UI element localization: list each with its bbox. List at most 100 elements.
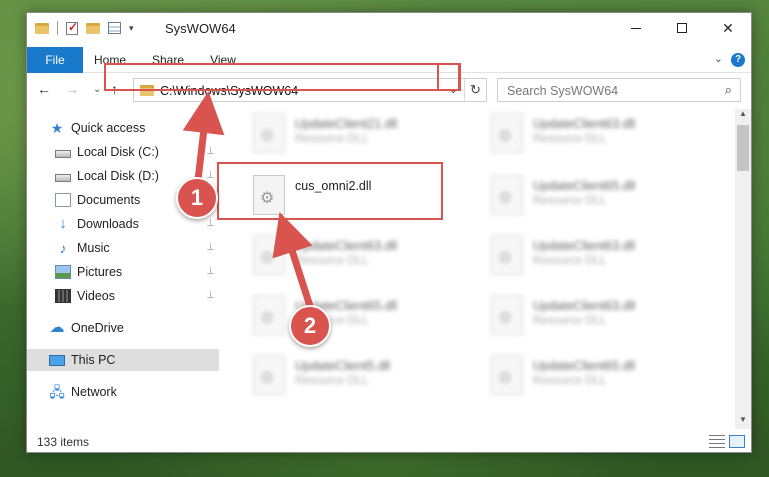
minimize-icon <box>631 27 641 29</box>
dll-file-icon <box>253 235 285 275</box>
pictures-icon <box>55 265 71 279</box>
file-name: UpdateClient63.dll <box>533 117 636 131</box>
download-icon: ↓ <box>59 215 67 232</box>
file-name: UpdateClient63.dll <box>533 299 636 313</box>
sidebar-item-label: Network <box>71 385 117 399</box>
star-icon: ★ <box>50 120 64 136</box>
sidebar-item-label: Music <box>77 241 110 255</box>
dll-file-icon <box>491 175 523 215</box>
dll-file-icon <box>491 235 523 275</box>
refresh-icon[interactable]: ↻ <box>464 79 486 101</box>
close-button[interactable]: ✕ <box>705 13 751 43</box>
file-name: UpdateClient21.dll <box>295 117 398 131</box>
file-type: Resource DLL <box>295 255 369 267</box>
sidebar-item-label: Pictures <box>77 265 123 279</box>
dll-file-icon <box>253 113 285 153</box>
sidebar-item-music[interactable]: ♪ Music ⊥ <box>27 237 219 259</box>
properties-icon[interactable] <box>108 22 121 34</box>
sidebar-item-videos[interactable]: Videos ⊥ <box>27 285 219 307</box>
file-name: UpdateClient63.dll <box>533 239 636 253</box>
toolbar-separator <box>57 21 58 35</box>
dll-file-icon <box>491 295 523 335</box>
pin-icon: ⊥ <box>206 242 215 253</box>
dll-file-icon <box>253 355 285 395</box>
maximize-button[interactable] <box>659 13 705 43</box>
forward-arrow-icon[interactable]: → <box>65 81 79 97</box>
sidebar-item-quick-access[interactable]: ★ Quick access <box>49 117 219 139</box>
network-icon: 🖧 <box>49 384 65 400</box>
tab-file[interactable]: File <box>27 47 83 73</box>
close-icon: ✕ <box>722 19 734 36</box>
expand-ribbon-chevron-icon[interactable]: ⌄ <box>714 52 723 65</box>
pin-icon: ⊥ <box>206 218 215 229</box>
pin-icon: ⊥ <box>206 290 215 301</box>
file-list: UpdateClient21.dll Resource DLL UpdateCl… <box>233 109 733 429</box>
pin-icon: ⊥ <box>206 266 215 277</box>
file-item[interactable]: UpdateClient65.dll Resource DLL <box>245 295 475 339</box>
file-item[interactable]: UpdateClient21.dll Resource DLL <box>245 113 475 157</box>
sidebar-item-this-pc[interactable]: This PC <box>27 349 219 371</box>
help-icon[interactable]: ? <box>731 53 745 67</box>
file-item[interactable]: UpdateClient65.dll Resource DLL <box>483 175 713 219</box>
details-view-icon[interactable] <box>709 435 725 448</box>
back-arrow-icon[interactable]: ← <box>37 81 51 97</box>
scroll-up-arrow-icon[interactable]: ▲ <box>735 109 751 123</box>
dll-file-icon <box>253 295 285 335</box>
vertical-scrollbar[interactable]: ▲ ▼ <box>735 109 751 429</box>
dll-file-icon <box>491 113 523 153</box>
window-title: SysWOW64 <box>165 21 236 36</box>
file-item[interactable]: UpdateClient63.dll Resource DLL <box>245 235 475 279</box>
large-icons-view-icon[interactable] <box>729 435 745 448</box>
file-type: Resource DLL <box>533 195 607 207</box>
title-bar: ▾ SysWOW64 ✕ <box>27 13 751 43</box>
pin-icon: ⊥ <box>206 146 215 157</box>
file-item[interactable]: UpdateClient63.dll Resource DLL <box>483 295 713 339</box>
status-bar: 133 items <box>27 431 751 453</box>
customize-toolbar-chevron-icon[interactable]: ▾ <box>129 23 134 34</box>
sidebar-item-label: Downloads <box>77 217 139 231</box>
sidebar-item-label: Documents <box>77 193 141 207</box>
sidebar-item-onedrive[interactable]: ☁ OneDrive <box>27 317 219 339</box>
scroll-down-arrow-icon[interactable]: ▼ <box>735 415 751 429</box>
videos-icon <box>55 289 71 303</box>
sidebar-item-label: Videos <box>77 289 115 303</box>
file-item[interactable]: UpdateClient63.dll Resource DLL <box>483 113 713 157</box>
search-input[interactable]: Search SysWOW64 ⌕ <box>497 78 741 102</box>
maximize-icon <box>677 23 687 33</box>
search-icon[interactable]: ⌕ <box>725 82 732 98</box>
cloud-icon: ☁ <box>49 319 65 336</box>
sidebar-item-label: Quick access <box>71 121 146 135</box>
callout-step-1: 1 <box>176 177 218 219</box>
recent-locations-chevron-icon[interactable]: ⌄ <box>93 84 101 95</box>
sidebar-item-network[interactable]: 🖧 Network <box>27 381 219 403</box>
sidebar-item-label: This PC <box>71 353 116 367</box>
sidebar-item-pictures[interactable]: Pictures ⊥ <box>27 261 219 283</box>
file-type: Resource DLL <box>295 133 369 145</box>
file-type: Resource DLL <box>533 255 607 267</box>
file-name: UpdateClient63.dll <box>295 239 398 253</box>
search-placeholder[interactable]: Search SysWOW64 <box>507 84 618 98</box>
file-item[interactable]: UpdateClient65.dll Resource DLL <box>483 355 713 399</box>
file-highlight <box>217 162 443 220</box>
address-bar-highlight <box>104 63 460 91</box>
file-type: Resource DLL <box>533 315 607 327</box>
file-item[interactable]: UpdateClient63.dll Resource DLL <box>483 235 713 279</box>
sidebar-item-local-disk-c[interactable]: Local Disk (C:) ⊥ <box>27 141 219 163</box>
computer-icon <box>49 355 65 366</box>
file-name: UpdateClient65.dll <box>533 359 636 373</box>
sidebar-item-label: Local Disk (C:) <box>77 145 159 159</box>
scroll-thumb[interactable] <box>737 125 749 171</box>
file-type: Resource DLL <box>533 375 607 387</box>
file-name: UpdateClient5.dll <box>295 359 391 373</box>
dll-file-icon <box>491 355 523 395</box>
new-folder-icon[interactable] <box>86 22 100 34</box>
refresh-highlight <box>437 63 461 91</box>
sidebar-item-label: OneDrive <box>71 321 124 335</box>
navigation-pane: ★ Quick access Local Disk (C:) ⊥ Local D… <box>27 109 219 429</box>
file-item[interactable]: UpdateClient5.dll Resource DLL <box>245 355 475 399</box>
drive-icon <box>55 173 71 182</box>
sidebar-item-label: Local Disk (D:) <box>77 169 159 183</box>
minimize-button[interactable] <box>613 13 659 43</box>
properties-check-icon[interactable] <box>66 20 78 35</box>
callout-step-2: 2 <box>289 305 331 347</box>
